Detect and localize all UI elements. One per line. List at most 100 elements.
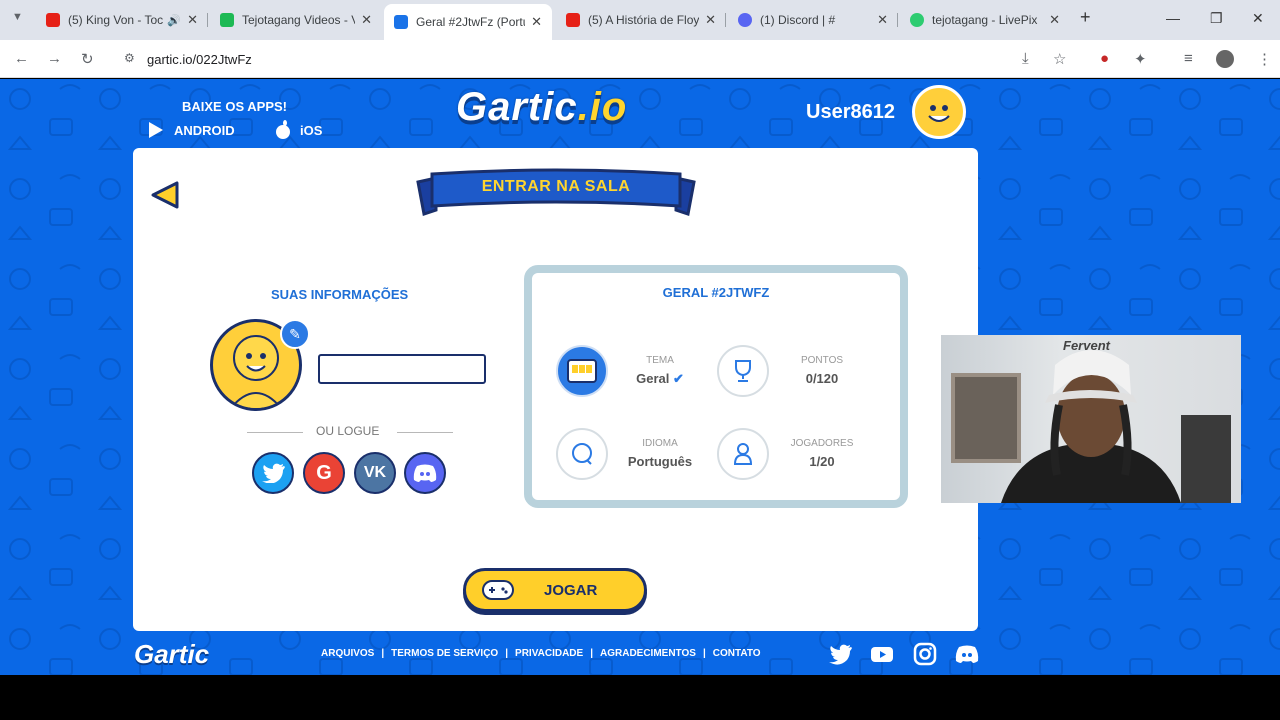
footer-separator: | xyxy=(505,648,509,659)
android-label: ANDROID xyxy=(174,122,235,138)
verified-icon: ✔ xyxy=(672,371,684,386)
theme-value-text: Geral xyxy=(636,371,670,386)
site-info-icon[interactable]: ⚙ xyxy=(124,51,135,65)
card-title: ENTRAR NA SALA xyxy=(481,178,631,195)
cap-logo-text: Fervent xyxy=(1063,338,1110,353)
theme-value: Geral ✔ xyxy=(615,371,705,387)
google-login-button[interactable]: G xyxy=(303,452,345,494)
footer-links: ARQUIVOS | TERMOS DE SERVIÇO | PRIVACIDADE… xyxy=(321,648,761,659)
user-avatar[interactable] xyxy=(912,85,966,139)
username: User8612 xyxy=(806,101,895,123)
download-apps-label: BAIXE OS APPS! xyxy=(182,99,287,114)
vk-login-button[interactable]: VK xyxy=(354,452,396,494)
footer-link[interactable]: PRIVACIDADE xyxy=(515,648,583,659)
footer-instagram-icon[interactable] xyxy=(913,642,937,666)
back-icon[interactable]: ← xyxy=(14,50,29,67)
gamepad-icon xyxy=(482,580,514,600)
tab-close-icon[interactable]: ✕ xyxy=(1049,12,1060,28)
twitter-icon xyxy=(262,463,285,483)
your-info-title: SUAS INFORMAÇÕES xyxy=(271,287,409,302)
gartic-favicon-icon xyxy=(394,15,408,29)
extension-icon[interactable]: ● xyxy=(1100,50,1109,67)
discord-favicon-icon xyxy=(738,13,752,27)
enter-room-card: ENTRAR NA SALA SUAS INFORMAÇÕES ✎ OU LOG… xyxy=(133,148,978,631)
language-icon xyxy=(556,428,608,480)
browser-tab[interactable]: tejotagang - LivePix ✕ xyxy=(900,6,1070,34)
nickname-input[interactable] xyxy=(318,354,486,384)
user-icon xyxy=(733,443,753,465)
android-app-link[interactable]: ANDROID xyxy=(146,120,235,140)
play-label: JOGAR xyxy=(544,581,598,599)
tab-title: tejotagang - LivePix xyxy=(932,13,1038,27)
browser-tab-active[interactable]: Geral #2JtwFz (Portug ✕ xyxy=(384,4,552,40)
edit-avatar-button[interactable]: ✎ xyxy=(280,319,310,349)
play-store-icon xyxy=(149,122,163,138)
theme-icon xyxy=(556,345,608,397)
tab-close-icon[interactable]: ✕ xyxy=(705,12,716,28)
twitter-login-button[interactable] xyxy=(252,452,294,494)
tab-title: (1) Discord | # xyxy=(760,13,836,27)
reload-icon[interactable]: ↻ xyxy=(81,50,94,68)
gartic-logo[interactable]: Gartic.io xyxy=(456,85,627,130)
tab-title: (5) King Von - Toc xyxy=(68,13,164,27)
footer-twitter-icon[interactable] xyxy=(828,642,852,666)
screen: ▼ (5) King Von - Toc 🔊 ✕ Tejotagang Vide… xyxy=(0,0,1280,720)
apple-icon xyxy=(276,120,290,139)
players-value: 1/20 xyxy=(809,454,835,469)
url-text[interactable]: gartic.io/022JtwFz xyxy=(147,52,252,67)
discord-login-button[interactable] xyxy=(404,452,446,494)
tab-close-icon[interactable]: ✕ xyxy=(361,12,372,28)
or-login-label: OU LOGUE xyxy=(316,424,380,438)
tab-close-icon[interactable]: ✕ xyxy=(877,12,888,28)
speaker-icon[interactable]: 🔊 xyxy=(167,14,181,27)
avatar-face-icon xyxy=(928,105,950,122)
extensions-puzzle-icon[interactable]: ✦ xyxy=(1134,50,1147,68)
footer-link[interactable]: ARQUIVOS xyxy=(321,648,374,659)
livepix-icon xyxy=(910,13,924,27)
tab-close-icon[interactable]: ✕ xyxy=(187,12,198,28)
tab-title: (5) A História de Floy xyxy=(588,13,700,27)
theme-label: TEMA xyxy=(646,355,674,366)
browser-tab[interactable]: (1) Discord | # ✕ xyxy=(728,6,898,34)
footer-discord-icon[interactable] xyxy=(955,642,979,666)
footer-link[interactable]: TERMOS DE SERVIÇO xyxy=(391,648,498,659)
install-app-icon[interactable]: ⤓ xyxy=(1022,50,1029,67)
webcam-person-image xyxy=(951,350,1231,503)
footer-separator: | xyxy=(381,648,385,659)
trophy-icon xyxy=(735,360,751,382)
browser-tab[interactable]: (5) King Von - Toc 🔊 ✕ xyxy=(36,6,208,34)
close-window-icon[interactable]: ✕ xyxy=(1252,10,1264,27)
ios-label: iOS xyxy=(300,122,323,138)
media-control-icon[interactable]: ≡ xyxy=(1184,50,1193,67)
browser-tab[interactable]: (5) A História de Floy ✕ xyxy=(556,6,726,34)
pencil-icon: ✎ xyxy=(289,325,301,342)
minimize-icon[interactable]: — xyxy=(1166,10,1180,26)
players-icon xyxy=(717,428,769,480)
bookmark-star-icon[interactable]: ☆ xyxy=(1053,50,1066,68)
back-arrow-icon[interactable] xyxy=(151,180,181,210)
webcam-overlay xyxy=(941,335,1241,503)
footer-logo[interactable]: Gartic xyxy=(134,639,209,670)
ios-app-link[interactable]: iOS xyxy=(274,120,322,140)
players-label: JOGADORES xyxy=(790,438,854,449)
letterbox-bar xyxy=(0,675,1280,720)
browser-tab[interactable]: Tejotagang Videos - V ✕ xyxy=(210,6,382,34)
footer-link[interactable]: CONTATO xyxy=(713,648,761,659)
logo-suffix-text: .io xyxy=(577,85,628,129)
points-icon xyxy=(717,345,769,397)
forward-icon[interactable]: → xyxy=(47,50,62,67)
menu-icon[interactable]: ⋮ xyxy=(1257,50,1272,68)
tab-close-icon[interactable]: ✕ xyxy=(531,14,542,30)
browser-tab-bar: ▼ (5) King Von - Toc 🔊 ✕ Tejotagang Vide… xyxy=(0,0,1280,40)
kick-icon xyxy=(220,13,234,27)
footer-youtube-icon[interactable] xyxy=(870,642,894,666)
footer-link[interactable]: AGRADECIMENTOS xyxy=(600,648,696,659)
play-button[interactable]: JOGAR xyxy=(463,568,647,612)
new-tab-icon[interactable]: + xyxy=(1080,7,1091,28)
profile-avatar[interactable] xyxy=(1216,50,1234,68)
youtube-icon xyxy=(46,13,60,27)
vk-icon: VK xyxy=(363,464,387,481)
google-icon: G xyxy=(316,461,332,484)
tab-search-icon[interactable]: ▼ xyxy=(12,11,23,23)
restore-icon[interactable]: ❐ xyxy=(1210,10,1223,27)
